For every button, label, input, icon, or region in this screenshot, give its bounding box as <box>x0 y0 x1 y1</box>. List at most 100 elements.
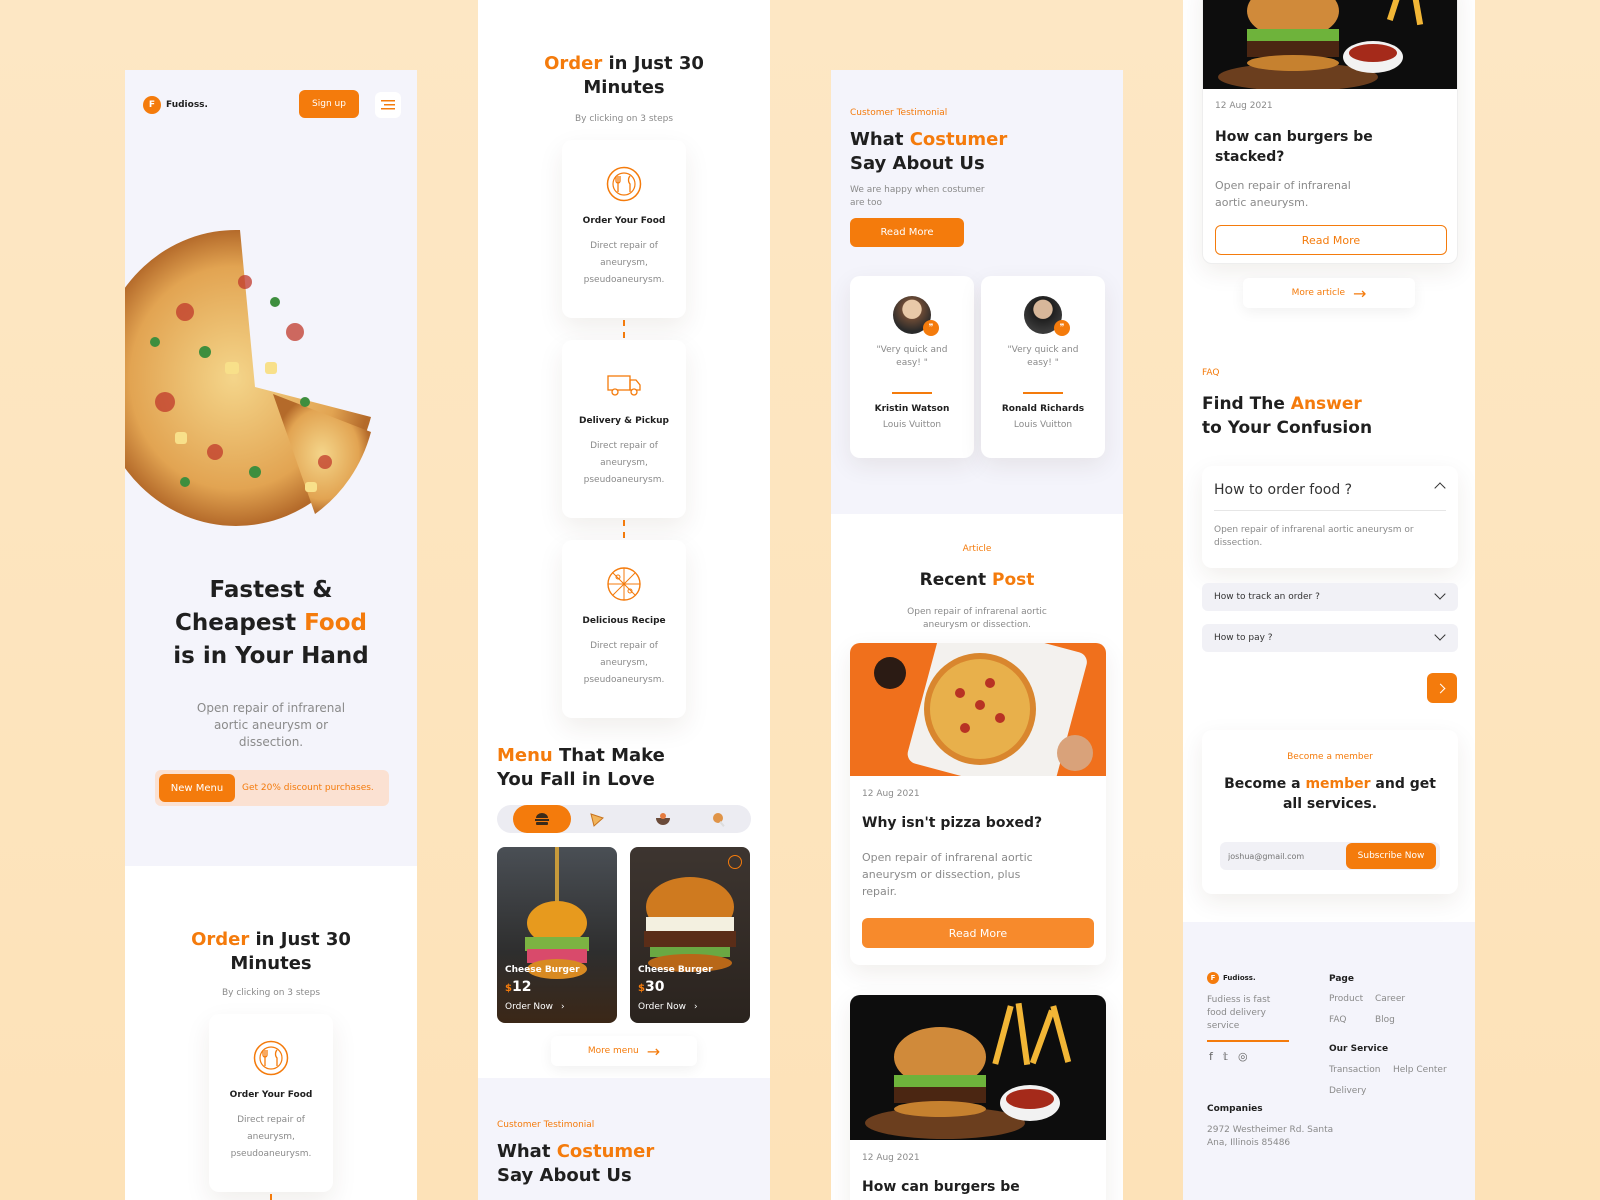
testimonial-description: We are happy when costumer are too <box>850 185 985 208</box>
post-title[interactable]: How can burgers be stacked? <box>1215 127 1375 167</box>
member-title-text: and get <box>1370 776 1436 792</box>
testimonial-title-text: What <box>497 1141 557 1162</box>
hero-title-line3: is in Your Hand <box>173 643 369 669</box>
order-title-line1: Order in Just 30 <box>478 52 770 76</box>
footer-link[interactable]: Help Center <box>1393 1065 1447 1075</box>
bowl-icon <box>656 813 670 825</box>
currency-symbol: $ <box>505 983 512 994</box>
chevron-right-icon: › <box>561 1002 565 1012</box>
testimonial-title-text: What <box>850 129 910 150</box>
divider <box>1207 1040 1289 1042</box>
more-article-button[interactable]: More article → <box>1243 278 1415 308</box>
menu-item-name: Cheese Burger <box>638 965 713 975</box>
testimonial-eyebrow: Customer Testimonial <box>850 108 948 118</box>
order-title-text: in Just 30 <box>602 53 704 74</box>
menu-title: Menu That Make You Fall in Love <box>497 744 757 792</box>
read-more-button[interactable]: Read More <box>862 918 1094 948</box>
post-date: 12 Aug 2021 <box>862 1153 920 1163</box>
step-description: Direct repair of aneurysm, pseudoaneurys… <box>583 641 665 685</box>
tab-pizza[interactable] <box>589 811 605 827</box>
footer-address: 2972 Westheimer Rd. Santa Ana, Illinois … <box>1207 1125 1334 1148</box>
order-now-label: Order Now <box>638 1002 687 1012</box>
footer-logo[interactable]: F Fudioss. <box>1207 972 1256 984</box>
footer-companies-heading: Companies <box>1207 1104 1263 1114</box>
post-title[interactable]: Why isn't pizza boxed? <box>862 815 1042 831</box>
faq-title: Find The Answer to Your Confusion <box>1202 392 1372 440</box>
menu-title-highlight: Menu <box>497 745 553 766</box>
facebook-icon[interactable]: f <box>1209 1050 1213 1063</box>
footer-link[interactable]: Transaction <box>1329 1065 1381 1075</box>
chevron-down-icon[interactable] <box>1434 629 1446 641</box>
menu-item-card[interactable]: Cheese Burger $30 Order Now › <box>630 847 750 1023</box>
footer-link[interactable]: FAQ <box>1329 1015 1346 1025</box>
footer-link[interactable]: Delivery <box>1329 1086 1366 1096</box>
customer-company: Louis Vuitton <box>882 420 942 430</box>
faq-item[interactable]: How to track an order ? <box>1202 583 1458 611</box>
divider <box>1023 392 1063 394</box>
chevron-up-icon[interactable] <box>1434 482 1446 494</box>
footer-link[interactable]: Product <box>1329 994 1363 1004</box>
faq-item[interactable]: How to pay ? <box>1202 624 1458 652</box>
tab-noodles[interactable] <box>655 811 671 827</box>
step-card-order: Order Your Food Direct repair of aneurys… <box>562 140 686 318</box>
post-card: 12 Aug 2021 Why isn't pizza boxed? Open … <box>850 643 1106 965</box>
order-title-line1: Order in Just 30 <box>125 928 417 952</box>
order-title-text: in Just 30 <box>249 929 351 950</box>
hero-description: Open repair of infrarenal aortic aneurys… <box>196 701 346 749</box>
email-field[interactable] <box>1220 842 1340 870</box>
subscribe-button[interactable]: Subscribe Now <box>1346 843 1436 869</box>
menu-title-line2: You Fall in Love <box>497 769 655 790</box>
instagram-icon[interactable]: ◎ <box>1238 1050 1248 1063</box>
customer-company: Louis Vuitton <box>1013 420 1073 430</box>
tab-chicken[interactable] <box>711 811 727 827</box>
signup-button[interactable]: Sign up <box>299 90 359 118</box>
membership-card: Become a member Become a member and get … <box>1202 730 1458 894</box>
faq-eyebrow: FAQ <box>1202 368 1220 378</box>
testimonial-title: What Costumer Say About Us <box>497 1140 654 1188</box>
order-now-link[interactable]: Order Now › <box>638 1002 698 1012</box>
mobile-screen-steps-menu: Order in Just 30 Minutes By clicking on … <box>478 0 770 1200</box>
faq-title-line2: to Your Confusion <box>1202 418 1373 438</box>
article-description: Open repair of infrarenal aortic aneurys… <box>907 607 1047 630</box>
faq-title-highlight: Answer <box>1290 394 1362 414</box>
price-value: 30 <box>644 979 665 995</box>
drumstick-icon <box>713 813 725 827</box>
menu-icon[interactable] <box>375 92 401 118</box>
order-title-line2: Minutes <box>230 953 312 974</box>
avatar: ❞ <box>1024 296 1070 336</box>
new-menu-button[interactable]: New Menu <box>159 774 235 802</box>
mobile-screen-faq-footer: 12 Aug 2021 How can burgers be stacked? … <box>1183 0 1475 1200</box>
order-now-label: Order Now <box>505 1002 554 1012</box>
post-date: 12 Aug 2021 <box>1215 101 1273 111</box>
order-title-line2: Minutes <box>583 77 665 98</box>
menu-item-card[interactable]: Cheese Burger $12 Order Now › <box>497 847 617 1023</box>
hero-cta-group: New Menu Get 20% discount purchases. <box>155 770 389 806</box>
article-title: Recent Post <box>831 568 1123 592</box>
burger-photo <box>644 877 736 972</box>
footer-page-heading: Page <box>1329 974 1354 984</box>
burger-post-image <box>850 995 1106 1140</box>
pizza-icon <box>606 566 642 602</box>
pizza-slice-icon <box>590 813 604 827</box>
footer-link[interactable]: Blog <box>1375 1015 1395 1025</box>
testimonial-title-highlight: Costumer <box>909 129 1008 150</box>
order-now-link[interactable]: Order Now › <box>505 1002 565 1012</box>
chevron-right-icon: › <box>694 1002 698 1012</box>
step-title: Delicious Recipe <box>582 616 666 626</box>
post-title[interactable]: How can burgers be <box>862 1179 1020 1195</box>
testimonial-quote: "Very quick and easy! " <box>876 345 948 368</box>
tab-burger[interactable] <box>513 805 571 833</box>
faq-item-expanded[interactable]: How to order food ? Open repair of infra… <box>1202 466 1458 568</box>
read-more-button[interactable]: Read More <box>850 218 964 247</box>
favorite-icon[interactable] <box>728 855 742 869</box>
testimonial-title-line1: What Costumer <box>850 128 1007 152</box>
twitter-icon[interactable]: 𝕥 <box>1223 1050 1228 1063</box>
footer-link[interactable]: Career <box>1375 994 1405 1004</box>
more-menu-button[interactable]: More menu → <box>551 1036 697 1066</box>
brand-logo[interactable]: F Fudioss. <box>143 96 208 114</box>
faq-title-line1: Find The Answer <box>1202 392 1372 416</box>
next-button[interactable] <box>1427 673 1457 703</box>
chevron-down-icon[interactable] <box>1434 588 1446 600</box>
read-more-button[interactable]: Read More <box>1215 225 1447 255</box>
faq-question: How to order food ? <box>1214 482 1353 498</box>
